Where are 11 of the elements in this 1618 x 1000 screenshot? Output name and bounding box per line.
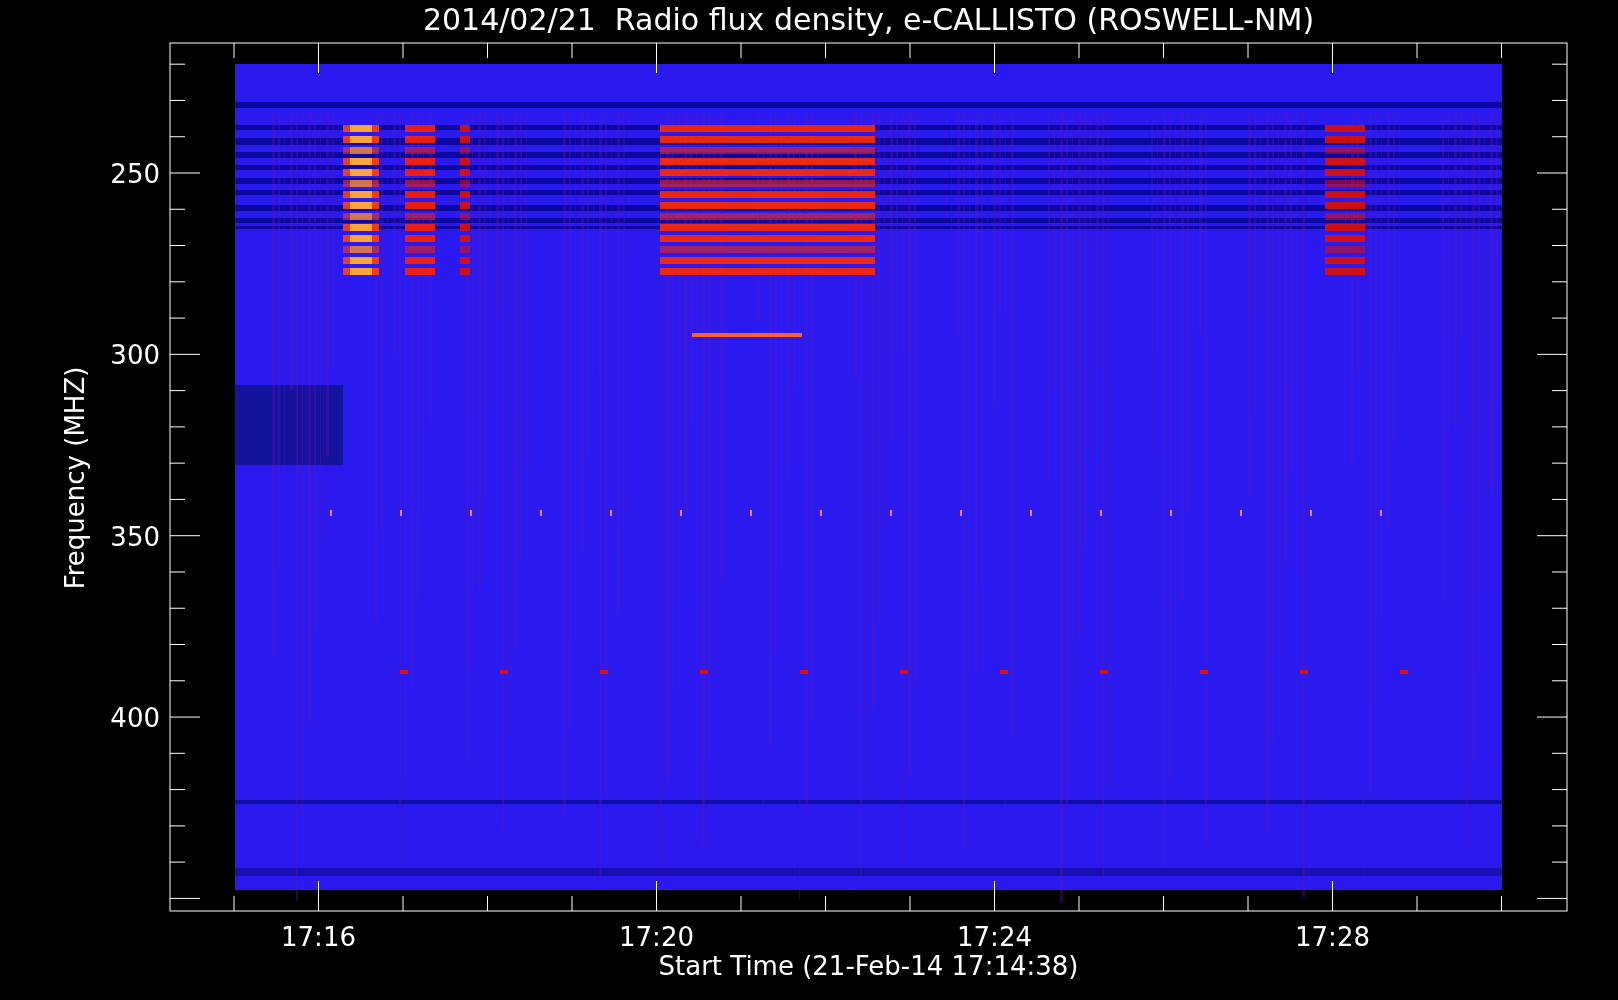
y-tick-label: 250 xyxy=(110,159,160,189)
x-tick-label: 17:16 xyxy=(281,922,356,952)
x-tick-label: 17:24 xyxy=(957,922,1032,952)
y-tick-label: 300 xyxy=(110,340,160,371)
x-axis-label: Start Time (21-Feb-14 17:14:38) xyxy=(658,951,1079,981)
x-tick-label: 17:20 xyxy=(619,922,694,952)
y-tick-label: 350 xyxy=(110,521,160,552)
plot-title: 2014/02/21 Radio flux density, e-CALLISTO (ROSWELL-NM) xyxy=(422,2,1315,37)
x-tick-label: 17:28 xyxy=(1295,922,1370,952)
y-axis-label: Frequency (MHZ) xyxy=(60,366,90,590)
y-tick-label: 400 xyxy=(110,703,160,734)
